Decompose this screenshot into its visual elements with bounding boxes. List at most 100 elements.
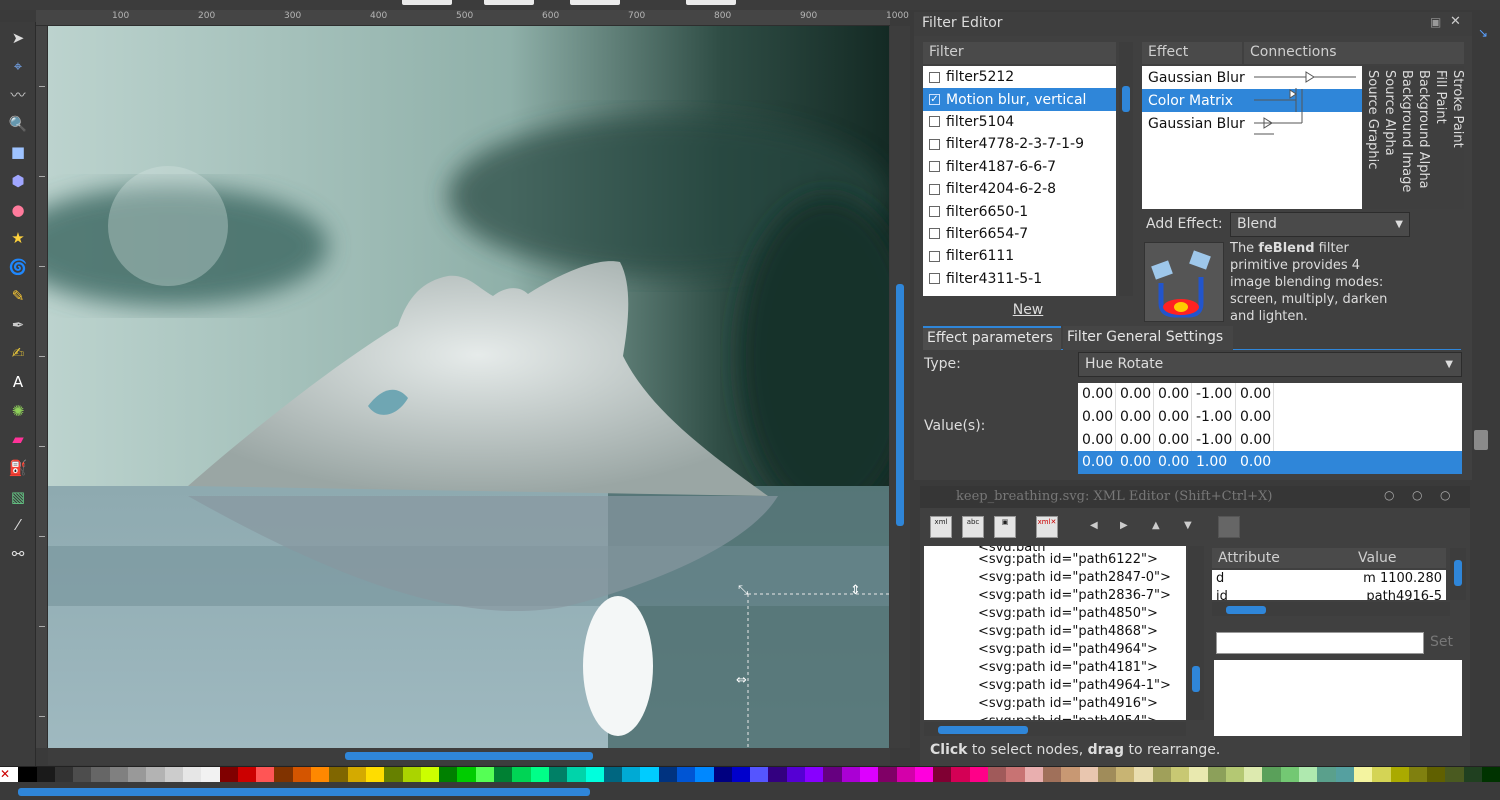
palette-swatch[interactable] [1171, 767, 1190, 783]
effect-column-header[interactable]: Effect [1142, 42, 1242, 64]
palette-swatch[interactable] [54, 767, 74, 783]
no-paint-swatch[interactable]: ✕ [0, 767, 19, 783]
palette-swatch[interactable] [1408, 767, 1428, 783]
palette-swatch[interactable] [1299, 767, 1318, 783]
attribute-column-header[interactable]: Attribute [1212, 548, 1352, 568]
filter-input-source[interactable]: Background Image [1399, 70, 1414, 192]
xml-node[interactable]: <svg:path id="path4916"> [924, 695, 1186, 713]
palette-swatch[interactable] [567, 767, 586, 783]
close-dot-icon[interactable]: ○ [1440, 488, 1450, 502]
palette-swatch[interactable] [182, 767, 202, 783]
indent-node-icon[interactable]: ▶ [1120, 520, 1128, 531]
palette-swatch[interactable] [585, 767, 604, 783]
y-field[interactable] [484, 0, 534, 5]
palette-swatch[interactable] [896, 767, 915, 783]
box3d-tool-icon[interactable]: ⬢ [8, 172, 28, 192]
effect-list[interactable]: Gaussian Blur Color Matrix Gaussian Blur [1142, 66, 1362, 209]
matrix-row[interactable]: 0.00 0.00 0.00 -1.00 0.00 [1078, 383, 1462, 406]
palette-scroll-thumb[interactable] [18, 788, 590, 796]
eraser-tool-icon[interactable]: ▰ [8, 430, 28, 450]
xml-node[interactable]: <svg:path id="path4868"> [924, 623, 1186, 641]
palette-swatch[interactable] [164, 767, 183, 783]
horizontal-scroll-thumb[interactable] [345, 752, 593, 760]
text-tool-icon[interactable]: A [8, 372, 28, 392]
unindent-node-icon[interactable]: ◀ [1090, 520, 1098, 531]
matrix-cell[interactable]: 0.00 [1236, 428, 1274, 452]
xml-tree-vscrollbar[interactable] [1188, 546, 1204, 720]
tab-filter-general-settings[interactable]: Filter General Settings [1063, 326, 1233, 350]
palette-swatch[interactable] [109, 767, 129, 783]
filter-list-item[interactable]: ✓ Motion blur, vertical [923, 88, 1116, 111]
palette-swatch[interactable] [274, 767, 293, 783]
filter-list-item[interactable]: filter6650-1 [923, 200, 1116, 222]
rectangle-tool-icon[interactable]: ■ [8, 143, 28, 163]
attribute-toggle-icon[interactable] [1218, 516, 1240, 538]
palette-swatch[interactable] [731, 767, 751, 783]
matrix-cell[interactable]: 0.00 [1078, 405, 1116, 429]
attribute-row[interactable]: d m 1100.280 [1212, 570, 1446, 588]
value-column-header[interactable]: Value [1352, 548, 1446, 568]
palette-swatch[interactable] [1280, 767, 1300, 783]
matrix-row[interactable]: 0.00 0.00 0.00 -1.00 0.00 [1078, 428, 1462, 452]
filter-input-source[interactable]: Background Alpha [1416, 70, 1431, 189]
palette-swatch[interactable] [1262, 767, 1281, 783]
palette-swatch[interactable] [1372, 767, 1391, 783]
filter-list-item[interactable]: filter5104 [923, 111, 1116, 133]
canvas-horizontal-scrollbar[interactable] [48, 748, 890, 765]
filter-checkbox[interactable] [929, 71, 940, 83]
palette-swatch[interactable] [1482, 767, 1500, 783]
attribute-name-input[interactable] [1216, 632, 1424, 654]
palette-swatch[interactable] [36, 767, 55, 783]
palette-swatch[interactable] [1317, 767, 1336, 783]
palette-swatch[interactable] [1390, 767, 1409, 783]
palette-swatch[interactable] [969, 767, 989, 783]
palette-swatch[interactable] [676, 767, 696, 783]
set-attribute-button[interactable]: Set [1430, 634, 1453, 650]
xml-node[interactable]: <svg:path id="path4850"> [924, 605, 1186, 623]
xml-node[interactable]: <svg:path id="path4181"> [924, 659, 1186, 677]
filter-input-source[interactable]: Fill Paint [1433, 70, 1448, 124]
palette-swatch[interactable] [878, 767, 897, 783]
palette-swatch[interactable] [1042, 767, 1062, 783]
xml-node[interactable]: <svg:path id="path4954"> [924, 713, 1186, 720]
filter-checkbox[interactable]: ✓ [929, 94, 940, 106]
palette-swatch[interactable] [1463, 767, 1483, 783]
palette-swatch[interactable] [1152, 767, 1171, 783]
node-tool-icon[interactable]: ⌖ [8, 57, 28, 77]
filter-list-item[interactable]: filter5212 [923, 66, 1116, 88]
palette-swatch[interactable] [494, 767, 513, 783]
palette-swatch[interactable] [988, 767, 1007, 783]
filter-checkbox[interactable] [929, 250, 940, 262]
palette-swatch[interactable] [1079, 767, 1098, 783]
spray-tool-icon[interactable]: ✺ [8, 401, 28, 421]
palette-swatch[interactable] [914, 767, 934, 783]
filter-list[interactable]: filter5212 ✓ Motion blur, vertical filter51… [923, 66, 1116, 296]
palette-swatch[interactable] [18, 767, 37, 783]
palette-swatch[interactable] [201, 767, 220, 783]
matrix-cell[interactable]: 0.00 [1154, 428, 1192, 452]
ellipse-tool-icon[interactable]: ● [8, 200, 28, 220]
add-effect-dropdown[interactable]: Blend ▼ [1230, 212, 1410, 237]
palette-swatch[interactable] [859, 767, 879, 783]
attribute-list[interactable]: d m 1100.280 id path4916-5 [1212, 570, 1446, 600]
palette-swatch[interactable] [475, 767, 495, 783]
filter-list-item[interactable]: filter4778-2-3-7-1-9 [923, 133, 1116, 155]
palette-swatch[interactable] [219, 767, 238, 783]
lower-node-icon[interactable]: ▼ [1184, 520, 1192, 531]
matrix-row[interactable]: 0.00 0.00 0.00 1.00 0.00 [1078, 451, 1462, 474]
filter-list-item[interactable]: filter4187-6-6-7 [923, 156, 1116, 178]
zoom-tool-icon[interactable]: 🔍 [8, 114, 28, 134]
palette-swatch[interactable] [292, 767, 312, 783]
xml-node-tree[interactable]: <svg:path<svg:path id="path6122"><svg:pa… [924, 546, 1186, 720]
pencil-tool-icon[interactable]: ✎ [8, 286, 28, 306]
palette-swatch[interactable] [548, 767, 568, 783]
palette-swatch[interactable] [1445, 767, 1464, 783]
type-dropdown[interactable]: Hue Rotate ▼ [1078, 352, 1462, 377]
palette-swatch[interactable] [256, 767, 275, 783]
palette-swatch[interactable] [1097, 767, 1117, 783]
palette-swatch[interactable] [1335, 767, 1354, 783]
spiral-tool-icon[interactable]: 🌀 [8, 258, 28, 278]
palette-swatch[interactable] [91, 767, 110, 783]
palette-swatch[interactable] [1116, 767, 1135, 783]
duplicate-node-icon[interactable]: ▣ [994, 516, 1016, 538]
